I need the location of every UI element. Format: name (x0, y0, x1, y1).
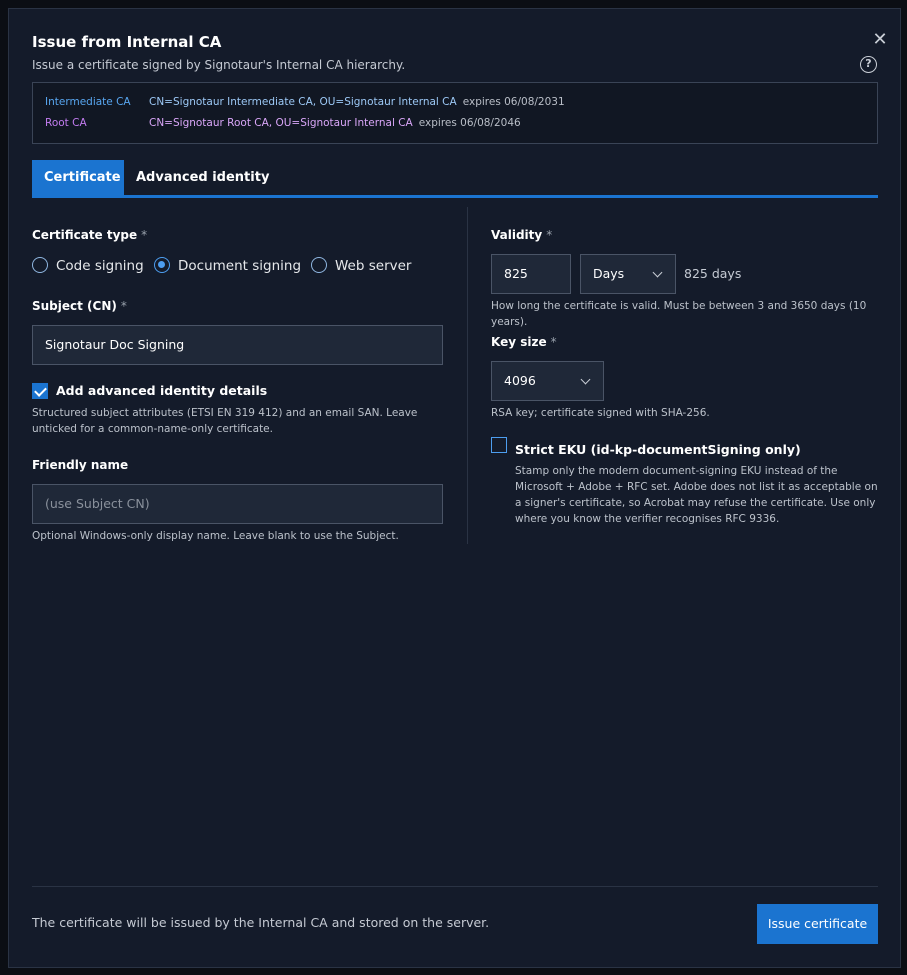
intermediate-ca-dn: CN=Signotaur Intermediate CA, OU=Signota… (149, 96, 457, 108)
subject-label: Subject (CN) * (32, 299, 127, 313)
validity-summary: 825 days (684, 266, 742, 281)
chevron-down-icon (652, 267, 663, 278)
column-divider (467, 207, 468, 544)
radio-code-signing[interactable]: Code signing (32, 257, 144, 277)
validity-hint: How long the certificate is valid. Must … (491, 300, 867, 328)
radio-circle-icon (311, 257, 327, 273)
radio-code-signing-label: Code signing (56, 258, 144, 274)
required-marker: * (546, 228, 553, 242)
root-ca-label: Root CA (45, 117, 87, 129)
friendly-name-label: Friendly name (32, 458, 129, 472)
strict-eku-hint: Stamp only the modern document-signing E… (515, 465, 878, 525)
radio-document-signing-label: Document signing (178, 258, 302, 274)
validity-label: Validity * (491, 228, 552, 242)
certificate-type-label-text: Certificate type (32, 228, 138, 242)
advanced-identity-label: Add advanced identity details (56, 383, 268, 398)
ca-chain-panel: Intermediate CA CN=Signotaur Intermediate… (32, 82, 878, 144)
advanced-identity-checkbox[interactable] (32, 383, 48, 399)
key-size-label-text: Key size (491, 335, 547, 349)
radio-document-signing[interactable]: Document signing (154, 257, 301, 277)
tab-bar: Certificate Advanced identity (32, 160, 878, 198)
strict-eku-checkbox[interactable] (491, 437, 507, 453)
radio-checked-icon (154, 257, 170, 273)
validity-label-text: Validity (491, 228, 543, 242)
dialog-title: Issue from Internal CA (32, 33, 222, 51)
radio-web-server-label: Web server (335, 258, 412, 274)
radio-web-server[interactable]: Web server (311, 257, 411, 277)
root-ca-dn: CN=Signotaur Root CA, OU=Signotaur Inter… (149, 117, 413, 129)
dialog-subtitle: Issue a certificate signed by Signotaur'… (32, 58, 406, 72)
subject-label-text: Subject (CN) (32, 299, 117, 313)
issue-certificate-button[interactable]: Issue certificate (757, 904, 878, 944)
tab-certificate[interactable]: Certificate (32, 160, 124, 195)
intermediate-ca-expiry: expires 06/08/2031 (462, 96, 565, 108)
friendly-name-input[interactable]: (use Subject CN) (32, 484, 443, 524)
radio-circle-icon (32, 257, 48, 273)
validity-unit-select[interactable]: Days (580, 254, 676, 294)
chevron-down-icon (580, 374, 591, 385)
footer-note: The certificate will be issued by the In… (32, 915, 490, 930)
subject-input[interactable]: Signotaur Doc Signing (32, 325, 443, 365)
key-size-select[interactable]: 4096 (491, 361, 604, 401)
required-marker: * (550, 335, 557, 349)
required-marker: * (120, 299, 127, 313)
close-icon[interactable]: ✕ (871, 31, 889, 49)
issue-dialog: ✕ Issue from Internal CA Issue a certifi… (8, 8, 901, 968)
intermediate-ca-row: Intermediate CA CN=Signotaur Intermediate… (45, 96, 565, 108)
root-ca-row: Root CA CN=Signotaur Root CA, OU=Signotau… (45, 117, 521, 129)
validity-unit-value: Days (593, 266, 625, 281)
certificate-type-label: Certificate type * (32, 228, 147, 242)
validity-input[interactable]: 825 (491, 254, 571, 294)
advanced-identity-hint: Structured subject attributes (ETSI EN 3… (32, 407, 418, 435)
required-marker: * (141, 228, 148, 242)
root-ca-expiry: expires 06/08/2046 (418, 117, 521, 129)
help-icon[interactable]: ? (860, 56, 877, 73)
intermediate-ca-label: Intermediate CA (45, 96, 131, 108)
key-size-label: Key size * (491, 335, 557, 349)
key-size-value: 4096 (504, 373, 536, 388)
tab-advanced-identity[interactable]: Advanced identity (124, 160, 281, 195)
footer-divider (32, 886, 878, 887)
friendly-name-hint: Optional Windows-only display name. Leav… (32, 530, 399, 542)
strict-eku-label: Strict EKU (id-kp-documentSigning only) (515, 442, 801, 457)
key-size-hint: RSA key; certificate signed with SHA-256… (491, 407, 710, 419)
